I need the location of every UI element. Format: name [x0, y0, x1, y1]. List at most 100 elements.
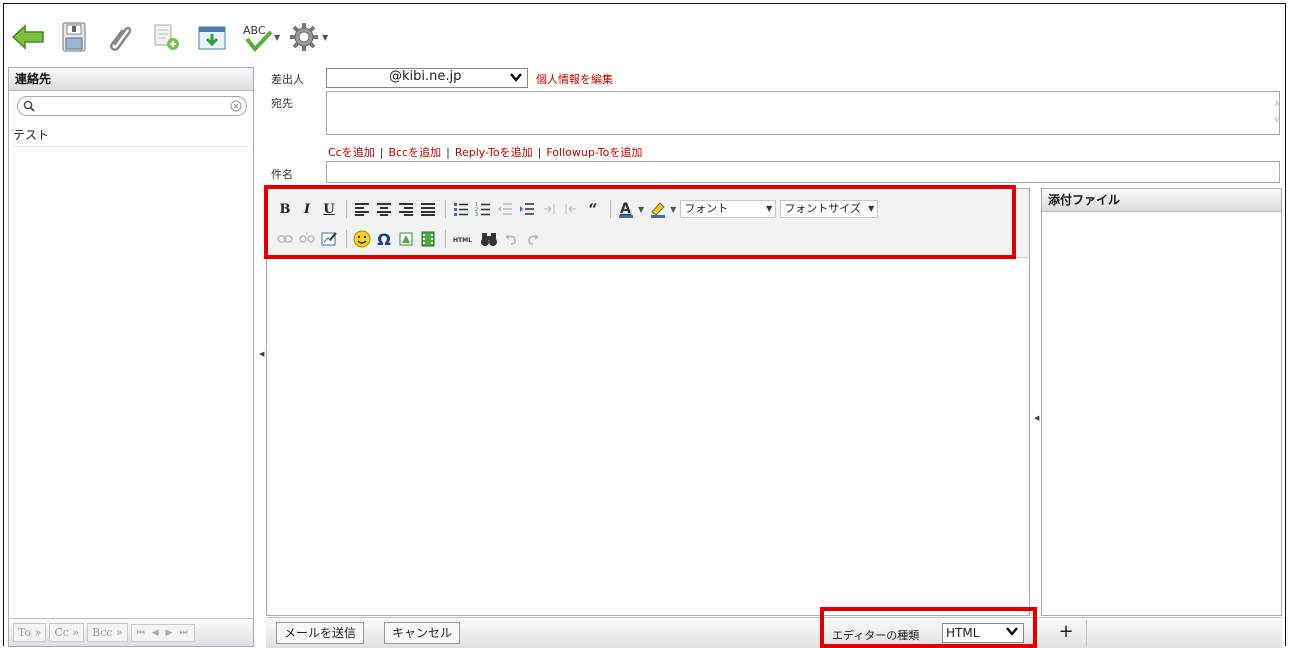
image-edit-icon — [321, 232, 337, 246]
subject-input[interactable] — [326, 161, 1280, 183]
font-family-select[interactable]: フォント ▼ — [680, 200, 777, 218]
font-size-value: フォントサイズ — [784, 202, 861, 215]
compose-footer: メールを送信 キャンセル エディターの種類 HTML + — [266, 617, 1282, 648]
edit-identity-link[interactable]: 個人情報を編集 — [536, 71, 613, 87]
contacts-footer: To » Cc » Bcc » ⏮ ◀ ▶ ⏭ — [9, 618, 253, 646]
search-icon — [23, 100, 35, 112]
right-splitter-handle[interactable]: ◀ — [1034, 414, 1039, 422]
from-select[interactable]: @kibi.ne.jp — [326, 68, 528, 88]
link-separator: | — [537, 146, 542, 159]
insert-link-button[interactable] — [275, 229, 295, 249]
numbered-list-button[interactable]: 123 — [473, 199, 493, 219]
indent-icon — [520, 203, 534, 215]
download-draft-icon — [198, 26, 226, 50]
to-field-scroll[interactable]: ∧ ∨ — [1271, 96, 1283, 130]
add-bcc-link[interactable]: Bccを追加 — [388, 146, 441, 159]
blockquote-button[interactable]: “ — [583, 199, 603, 219]
redo-button[interactable] — [523, 229, 543, 249]
align-justify-button[interactable] — [418, 199, 438, 219]
insert-signature-button[interactable] — [148, 19, 184, 55]
font-family-value: フォント — [684, 202, 729, 215]
add-bcc-button[interactable]: Bcc » — [87, 623, 128, 642]
contacts-search[interactable] — [17, 96, 247, 116]
settings-button[interactable] — [286, 19, 322, 55]
align-right-button[interactable] — [396, 199, 416, 219]
contacts-search-input[interactable] — [38, 98, 222, 114]
ltr-button[interactable] — [539, 199, 559, 219]
arrow-left-icon — [11, 24, 44, 50]
left-splitter-handle[interactable]: ◀ — [259, 350, 264, 358]
clear-search-icon[interactable] — [230, 100, 242, 112]
background-color-button[interactable] — [648, 199, 668, 219]
link-icon — [277, 235, 293, 243]
align-center-icon — [377, 203, 391, 216]
media-icon — [399, 232, 413, 246]
contact-group-item[interactable]: テスト — [13, 124, 249, 147]
redo-icon — [528, 234, 539, 245]
chevron-down-icon: ▼ — [766, 204, 773, 213]
settings-dropdown-icon[interactable]: ▼ — [322, 33, 328, 42]
scroll-up-icon[interactable]: ∧ — [1271, 96, 1283, 112]
background-color-dropdown-icon[interactable]: ▼ — [670, 205, 676, 214]
chevron-down-icon — [1006, 627, 1018, 636]
signature-icon — [154, 24, 179, 50]
add-reply-to-link[interactable]: Reply-Toを追加 — [455, 146, 533, 159]
unlink-button[interactable] — [297, 229, 317, 249]
align-left-button[interactable] — [352, 199, 372, 219]
toolbar-separator — [610, 200, 611, 218]
italic-button[interactable]: I — [297, 199, 317, 219]
insert-media-button[interactable] — [396, 229, 416, 249]
bold-button[interactable]: B — [275, 199, 295, 219]
chevron-down-icon: ▼ — [868, 204, 875, 213]
find-replace-button[interactable] — [479, 229, 499, 249]
font-size-select[interactable]: フォントサイズ ▼ — [780, 200, 879, 218]
cancel-button[interactable]: キャンセル — [384, 622, 461, 644]
editor-type-select[interactable]: HTML — [942, 623, 1024, 643]
underline-button[interactable]: U — [319, 199, 339, 219]
add-header-links: Ccを追加 | Bccを追加 | Reply-Toを追加 | Followup-Toを追加 — [328, 144, 642, 160]
add-attachment-button[interactable]: + — [1046, 620, 1087, 646]
save-draft-button[interactable] — [56, 19, 92, 55]
svg-text:ABC: ABC — [243, 24, 266, 37]
to-field[interactable] — [326, 91, 1280, 135]
html-source-icon: HTML — [453, 237, 472, 244]
outdent-button[interactable] — [495, 199, 515, 219]
subject-label: 件名 — [271, 168, 293, 181]
link-separator: | — [379, 146, 384, 159]
link-separator: | — [446, 146, 450, 159]
contacts-pagination[interactable]: ⏮ ◀ ▶ ⏭ — [130, 623, 196, 642]
editor-type-value: HTML — [946, 626, 980, 640]
scroll-down-icon[interactable]: ∨ — [1271, 112, 1283, 128]
spellcheck-button[interactable]: ABC — [240, 19, 276, 55]
add-followup-to-link[interactable]: Followup-Toを追加 — [546, 146, 642, 159]
add-cc-link[interactable]: Ccを追加 — [328, 146, 375, 159]
html-source-button[interactable]: HTML — [451, 229, 477, 249]
add-to-button[interactable]: To » — [13, 623, 47, 642]
bullet-list-button[interactable] — [451, 199, 471, 219]
text-color-button[interactable]: A — [616, 199, 636, 219]
rtl-button[interactable] — [561, 199, 581, 219]
insert-table-button[interactable] — [418, 229, 438, 249]
editor-content-area[interactable] — [267, 258, 1029, 615]
smiley-icon — [353, 230, 371, 248]
insert-image-button[interactable] — [319, 229, 339, 249]
attach-button[interactable] — [102, 19, 138, 55]
toolbar-separator — [445, 230, 446, 248]
attachments-panel: 添付ファイル — [1041, 188, 1282, 616]
toolbar-separator — [445, 200, 446, 218]
special-char-button[interactable]: Ω — [374, 229, 394, 249]
numbered-list-icon: 123 — [475, 202, 490, 216]
editor-toolbar-row: B I U 123 “ A ▼ ▼ フォント ▼ フォントサイズ ▼ — [275, 196, 882, 222]
align-center-button[interactable] — [374, 199, 394, 219]
spellcheck-dropdown-icon[interactable]: ▼ — [274, 33, 280, 42]
back-button[interactable] — [10, 19, 46, 55]
import-button[interactable] — [194, 19, 230, 55]
indent-button[interactable] — [517, 199, 537, 219]
undo-button[interactable] — [501, 229, 521, 249]
send-button[interactable]: メールを送信 — [276, 622, 365, 644]
emoticons-button[interactable] — [352, 229, 372, 249]
text-color-dropdown-icon[interactable]: ▼ — [638, 205, 644, 214]
toolbar-separator — [346, 230, 347, 248]
editor-type-label: エディターの種類 — [832, 629, 920, 642]
add-cc-button[interactable]: Cc » — [49, 623, 85, 642]
